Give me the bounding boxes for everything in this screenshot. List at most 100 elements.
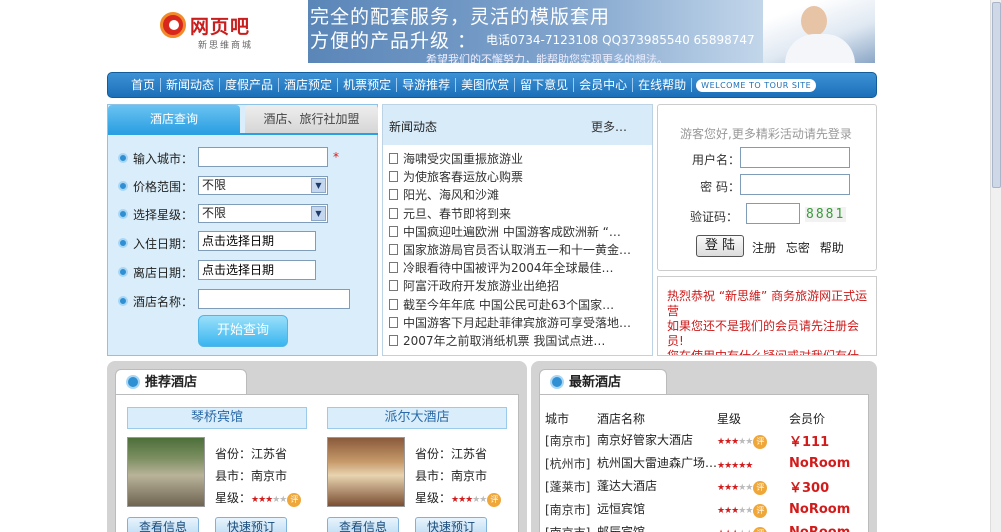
username-row: 用户名： (658, 147, 878, 169)
scrollbar-thumb[interactable] (992, 2, 1001, 188)
register-link[interactable]: 注册 (752, 241, 776, 255)
hotel-photo[interactable] (127, 437, 205, 507)
news-item[interactable]: 中国游客下月起赴菲律宾旅游可享受落地… (389, 314, 644, 332)
nav-member-center[interactable]: 会员中心 (574, 78, 634, 92)
row-price: ￥300 (789, 481, 830, 496)
row-hotel-name[interactable]: 杭州国大雷迪森广场… (597, 452, 717, 475)
login-panel: 游客您好,更多精彩活动请先登录 用户名： 密 码： 验证码： 8881 登 陆 … (657, 104, 877, 271)
password-input[interactable] (740, 174, 850, 195)
search-button[interactable]: 开始查询 (198, 315, 288, 347)
hotel-card: 琴桥宾馆 省份：江苏省 县市：南京市 星级：★★★★★ 评 查看信息 快速预订 (127, 407, 307, 532)
price-label: 价格范围： (133, 179, 194, 194)
checkin-row: 入住日期： (118, 233, 196, 253)
nav-gallery[interactable]: 美图欣赏 (456, 78, 516, 92)
view-info-button[interactable]: 查看信息 (327, 517, 399, 532)
banner-slogan: 希望我们的不懈努力，能帮助您实现更多的想法。 (426, 53, 668, 63)
rating-badge-icon: 评 (487, 493, 502, 507)
table-row: [南京市] 邮辰宾馆 ★★★★★评 NoRoom (545, 521, 850, 532)
view-info-button[interactable]: 查看信息 (127, 517, 199, 532)
chevron-down-icon[interactable]: ▼ (311, 178, 326, 193)
main-nav: 首页 新闻动态 度假产品 酒店预定 机票预定 导游推荐 美图欣赏 留下意见 会员… (107, 72, 877, 98)
hotel-card-name[interactable]: 派尔大酒店 (327, 407, 507, 429)
notice-text: 热烈恭祝 “新思維” 商务旅游网正式运营 如果您还不是我们的会员请先注册会员! … (667, 289, 868, 356)
row-city: [南京市] (545, 521, 597, 532)
row-hotel-name[interactable]: 邮辰宾馆 (597, 521, 717, 532)
bullet-icon (118, 153, 128, 163)
username-label: 用户名： (691, 153, 740, 167)
news-item[interactable]: 海啸受灾国重振旅游业 (389, 150, 644, 168)
username-input[interactable] (740, 147, 850, 168)
star-select[interactable]: 不限 ▼ (198, 204, 328, 223)
bullet-icon (118, 296, 128, 306)
hotel-card: 派尔大酒店 省份：江苏省 县市：南京市 星级：★★★★★ 评 查看信息 快速预订 (327, 407, 507, 532)
document-icon (389, 243, 398, 255)
banner-person-image (763, 0, 875, 63)
rating-badge-icon: 评 (753, 480, 768, 495)
news-item[interactable]: 元旦、春节即将到来 (389, 205, 644, 223)
news-item[interactable]: 中国疯迎吐遍欧洲 中国游客成欧洲新 “… (389, 223, 644, 241)
news-item[interactable]: 国家旅游局官员否认取消五一和十一黄金… (389, 241, 644, 259)
news-item[interactable]: 2007年之前取消纸机票 我国试点进… (389, 332, 644, 350)
news-item[interactable]: 冷眼看待中国被评为2004年全球最佳… (389, 259, 644, 277)
news-item[interactable]: 截至今年年底 中国公民可赴63个国家… (389, 296, 644, 314)
row-price: NoRoom (789, 456, 851, 471)
checkin-date-input[interactable]: 点击选择日期 (198, 231, 316, 251)
nav-help[interactable]: 在线帮助 (633, 78, 693, 92)
rating-badge-icon: 评 (753, 503, 768, 518)
tab-hotel-join[interactable]: 酒店、旅行社加盟 (245, 105, 378, 133)
nav-vacation[interactable]: 度假产品 (220, 78, 280, 92)
price-select[interactable]: 不限 ▼ (198, 176, 328, 195)
nav-flight-booking[interactable]: 机票预定 (338, 78, 398, 92)
news-panel: 新闻动态 更多… 海啸受灾国重振旅游业 为使旅客春运放心购票 阳光、海风和沙滩 … (382, 104, 653, 356)
notice-panel: 热烈恭祝 “新思維” 商务旅游网正式运营 如果您还不是我们的会员请先注册会员! … (657, 276, 877, 356)
help-link[interactable]: 帮助 (820, 241, 844, 255)
quick-book-button[interactable]: 快速预订 (415, 517, 487, 532)
hotel-name-input[interactable] (198, 289, 350, 309)
row-hotel-name[interactable]: 蓬达大酒店 (597, 475, 717, 498)
logo-title: 网页吧 (190, 16, 251, 38)
hotel-photo[interactable] (327, 437, 405, 507)
forgot-password-link[interactable]: 忘密 (786, 241, 810, 255)
captcha-image[interactable]: 8881 (805, 207, 847, 222)
table-header-row: 城市 酒店名称 星级 会员价 (545, 407, 850, 429)
nav-hotel-booking[interactable]: 酒店预定 (279, 78, 339, 92)
checkout-row: 离店日期： (118, 262, 196, 282)
checkout-label: 离店日期： (133, 265, 194, 280)
chevron-down-icon[interactable]: ▼ (311, 206, 326, 221)
document-icon (389, 225, 398, 237)
row-price: NoRoom (789, 502, 851, 517)
bullet-icon (126, 375, 140, 389)
nav-feedback[interactable]: 留下意见 (515, 78, 575, 92)
banner-line-2: 方便的产品升级 ： (310, 30, 478, 52)
login-links: 注册 忘密 帮助 (752, 239, 850, 256)
news-item[interactable]: 为使旅客春运放心购票 (389, 168, 644, 186)
news-item[interactable]: 阿富汗政府开发旅游业出绝招 (389, 277, 644, 295)
star-row: 选择星级： (118, 204, 196, 224)
banner-contact: 电话0734-7123108 QQ373985540 65898747 (486, 33, 755, 47)
city-input[interactable] (198, 147, 328, 167)
nav-guides[interactable]: 导游推荐 (397, 78, 457, 92)
col-member-price: 会员价 (789, 411, 826, 426)
row-stars: ★★★★★评 (717, 429, 789, 452)
login-button[interactable]: 登 陆 (696, 235, 744, 257)
rating-badge-icon: 评 (753, 434, 768, 449)
news-item[interactable]: 阳光、海风和沙滩 (389, 186, 644, 204)
password-row: 密 码： (658, 174, 878, 196)
bullet-icon (118, 209, 128, 219)
nav-news[interactable]: 新闻动态 (161, 78, 221, 92)
nav-home[interactable]: 首页 (126, 78, 162, 92)
page-scrollbar[interactable] (990, 0, 1001, 532)
news-more-link[interactable]: 更多… (591, 118, 627, 135)
row-city: [南京市] (545, 434, 591, 448)
site-logo[interactable]: 网页吧 新思维商城 (158, 8, 268, 54)
checkout-date-input[interactable]: 点击选择日期 (198, 260, 316, 280)
bullet-icon (118, 267, 128, 277)
row-hotel-name[interactable]: 南京好管家大酒店 (597, 429, 717, 452)
captcha-input[interactable] (746, 203, 800, 224)
hotel-province: 省份：江苏省 (215, 447, 288, 461)
new-hotels-table: 城市 酒店名称 星级 会员价 [南京市] 南京好管家大酒店 ★★★★★ 评 ￥11… (545, 407, 850, 532)
tab-hotel-query[interactable]: 酒店查询 (108, 105, 240, 133)
row-hotel-name[interactable]: 远恒宾馆 (597, 498, 717, 521)
hotel-card-name[interactable]: 琴桥宾馆 (127, 407, 307, 429)
quick-book-button[interactable]: 快速预订 (215, 517, 287, 532)
